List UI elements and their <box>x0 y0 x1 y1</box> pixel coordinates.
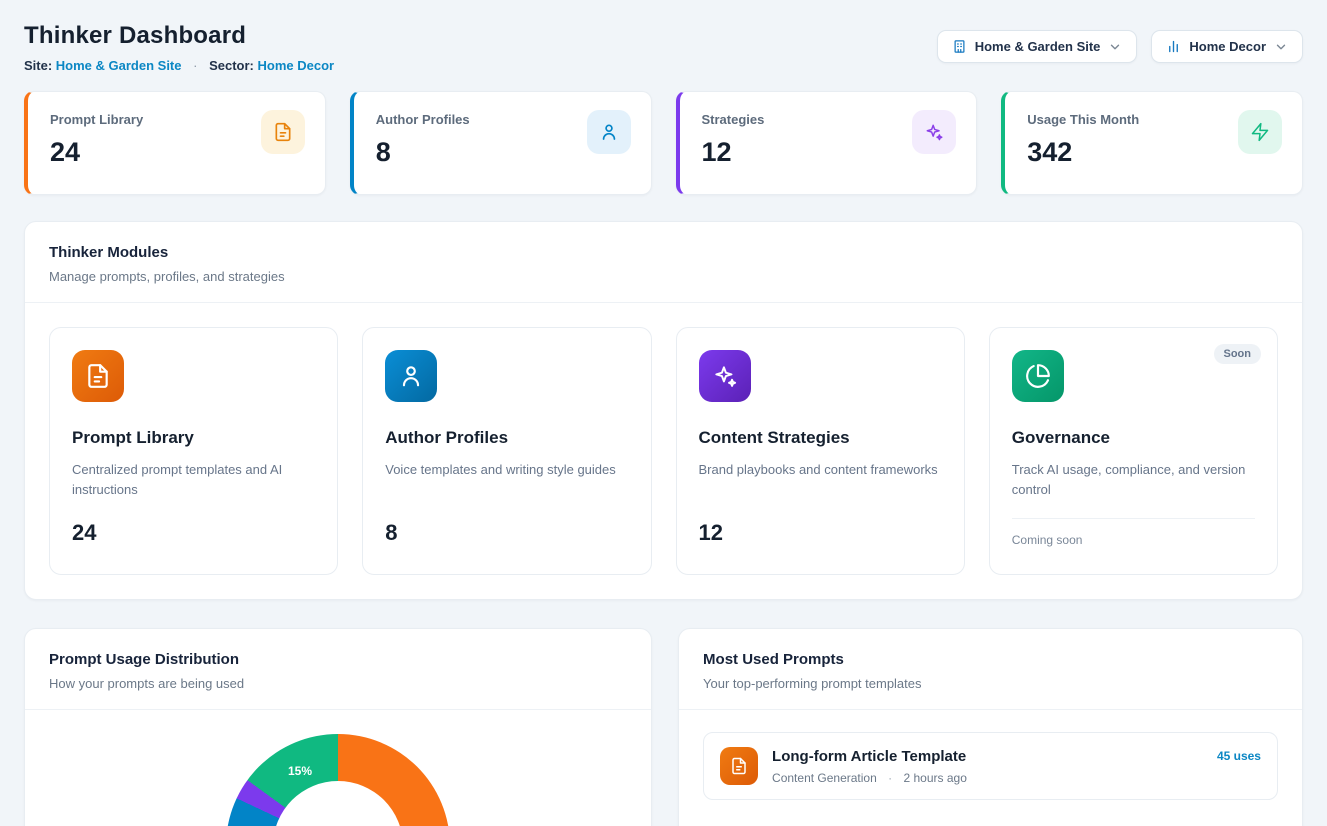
chevron-down-icon <box>1108 40 1122 54</box>
module-description: Brand playbooks and content frameworks <box>699 460 942 500</box>
thinker-modules-panel: Thinker Modules Manage prompts, profiles… <box>24 221 1303 600</box>
most-used-prompts-panel: Most Used Prompts Your top-performing pr… <box>678 628 1303 826</box>
breadcrumb: Site: Home & Garden Site · Sector: Home … <box>24 58 334 73</box>
sector-label: Sector: <box>209 58 254 73</box>
module-card-governance[interactable]: Soon Governance Track AI usage, complian… <box>989 327 1278 575</box>
module-count: 8 <box>385 520 628 546</box>
usage-panel-header: Prompt Usage Distribution How your promp… <box>25 629 651 710</box>
module-card-prompt-library[interactable]: Prompt Library Centralized prompt templa… <box>49 327 338 575</box>
prompt-item-meta: Content Generation · 2 hours ago <box>772 771 1203 785</box>
chevron-down-icon <box>1274 40 1288 54</box>
prompt-item-title: Long-form Article Template <box>772 748 1203 765</box>
sparkle-star-icon <box>699 350 751 402</box>
modules-subtitle: Manage prompts, profiles, and strategies <box>49 269 1278 284</box>
module-description: Track AI usage, compliance, and version … <box>1012 460 1255 500</box>
site-selector-label: Home & Garden Site <box>975 39 1101 54</box>
module-title: Governance <box>1012 428 1255 448</box>
prompts-subtitle: Your top-performing prompt templates <box>703 676 1278 691</box>
sparkle-star-icon <box>912 110 956 154</box>
modules-title: Thinker Modules <box>49 244 1278 261</box>
module-divider <box>1012 518 1255 519</box>
prompt-item-category: Content Generation <box>772 771 877 785</box>
usage-chart-area: 15% <box>25 710 651 826</box>
stat-card-author-profiles: Author Profiles 8 <box>350 91 652 195</box>
lightning-icon <box>1238 110 1282 154</box>
usage-subtitle: How your prompts are being used <box>49 676 627 691</box>
header-actions: Home & Garden Site Home Decor <box>937 30 1303 63</box>
user-icon <box>385 350 437 402</box>
prompt-item-time: 2 hours ago <box>903 771 966 785</box>
site-link[interactable]: Home & Garden Site <box>56 58 182 73</box>
stat-card-usage: Usage This Month 342 <box>1001 91 1303 195</box>
site-selector-dropdown[interactable]: Home & Garden Site <box>937 30 1138 63</box>
module-description: Voice templates and writing style guides <box>385 460 628 500</box>
coming-soon-note: Coming soon <box>1012 533 1255 547</box>
module-title: Author Profiles <box>385 428 628 448</box>
document-icon <box>261 110 305 154</box>
header-left: Thinker Dashboard Site: Home & Garden Si… <box>24 22 334 73</box>
modules-panel-header: Thinker Modules Manage prompts, profiles… <box>25 222 1302 303</box>
usage-donut-chart[interactable]: 15% <box>226 734 450 826</box>
donut-slice-label: 15% <box>278 764 322 778</box>
usage-title: Prompt Usage Distribution <box>49 651 627 668</box>
module-description: Centralized prompt templates and AI inst… <box>72 460 315 500</box>
module-count: 12 <box>699 520 942 546</box>
module-card-content-strategies[interactable]: Content Strategies Brand playbooks and c… <box>676 327 965 575</box>
document-icon <box>720 747 758 785</box>
page-header: Thinker Dashboard Site: Home & Garden Si… <box>24 22 1303 73</box>
prompt-usage-panel: Prompt Usage Distribution How your promp… <box>24 628 652 826</box>
prompt-item-uses-badge: 45 uses <box>1217 749 1261 763</box>
soon-badge: Soon <box>1214 344 1262 364</box>
document-icon <box>72 350 124 402</box>
sector-selector-label: Home Decor <box>1189 39 1266 54</box>
meta-separator: · <box>888 771 892 785</box>
module-count: 24 <box>72 520 315 546</box>
page-title: Thinker Dashboard <box>24 22 334 50</box>
stat-card-strategies: Strategies 12 <box>676 91 978 195</box>
module-title: Prompt Library <box>72 428 315 448</box>
module-card-author-profiles[interactable]: Author Profiles Voice templates and writ… <box>362 327 651 575</box>
modules-grid: Prompt Library Centralized prompt templa… <box>25 303 1302 599</box>
stat-card-prompt-library: Prompt Library 24 <box>24 91 326 195</box>
prompts-title: Most Used Prompts <box>703 651 1278 668</box>
stats-row: Prompt Library 24 Author Profiles 8 Stra… <box>24 91 1303 195</box>
sector-selector-dropdown[interactable]: Home Decor <box>1151 30 1303 63</box>
dashboard-page: Thinker Dashboard Site: Home & Garden Si… <box>0 0 1327 826</box>
bottom-row: Prompt Usage Distribution How your promp… <box>24 628 1303 826</box>
site-label: Site: <box>24 58 52 73</box>
user-icon <box>587 110 631 154</box>
sector-link[interactable]: Home Decor <box>258 58 335 73</box>
module-title: Content Strategies <box>699 428 942 448</box>
prompt-item-main: Long-form Article Template Content Gener… <box>772 748 1203 785</box>
breadcrumb-separator: · <box>193 58 197 73</box>
prompt-list: Long-form Article Template Content Gener… <box>679 710 1302 822</box>
building-icon <box>952 39 967 54</box>
prompts-panel-header: Most Used Prompts Your top-performing pr… <box>679 629 1302 710</box>
bar-chart-icon <box>1166 39 1181 54</box>
list-item[interactable]: Long-form Article Template Content Gener… <box>703 732 1278 800</box>
pie-chart-icon <box>1012 350 1064 402</box>
